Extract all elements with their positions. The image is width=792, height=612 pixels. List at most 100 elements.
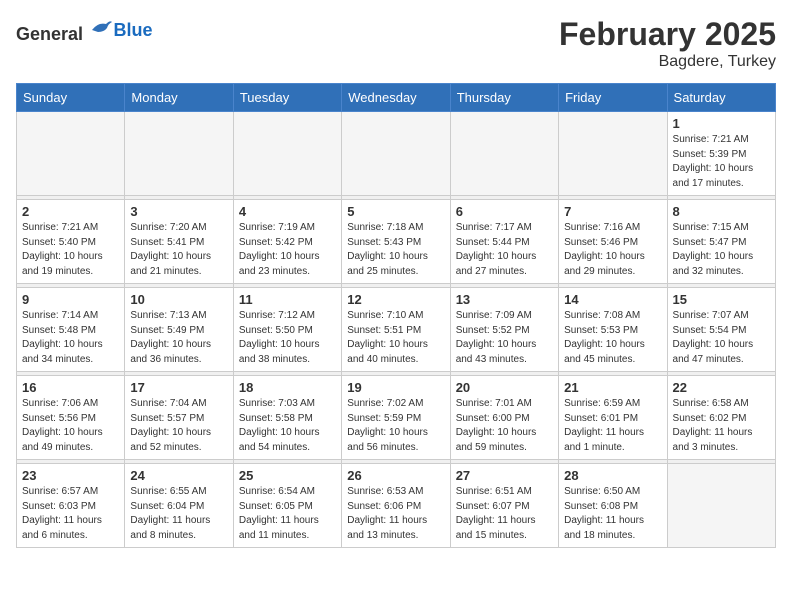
day-number: 27 <box>456 468 553 483</box>
day-number: 10 <box>130 292 227 307</box>
calendar-cell: 22 Sunrise: 6:58 AM Sunset: 6:02 PM Dayli… <box>667 376 775 460</box>
calendar-cell: 6 Sunrise: 7:17 AM Sunset: 5:44 PM Daylig… <box>450 200 558 284</box>
day-info: Sunrise: 6:57 AM Sunset: 6:03 PM Dayligh… <box>22 485 119 543</box>
day-number: 17 <box>130 380 227 395</box>
page-header: General Blue February 2025 Bagdere, Turk… <box>16 16 776 71</box>
calendar-cell: 19 Sunrise: 7:02 AM Sunset: 5:59 PM Dayli… <box>342 376 450 460</box>
calendar-cell: 28Sunrise: 6:50 AM Sunset: 6:08 PM Dayli… <box>559 464 667 548</box>
logo-general: General <box>16 16 114 45</box>
day-number: 14 <box>564 292 661 307</box>
calendar-cell: 24 Sunrise: 6:55 AM Sunset: 6:04 PM Dayli… <box>125 464 233 548</box>
weekday-header-wednesday: Wednesday <box>342 84 450 112</box>
day-number: 24 <box>130 468 227 483</box>
day-number: 22 <box>673 380 770 395</box>
day-number: 6 <box>456 204 553 219</box>
logo: General Blue <box>16 16 153 45</box>
calendar-cell: 21 Sunrise: 6:59 AM Sunset: 6:01 PM Dayli… <box>559 376 667 460</box>
calendar-cell: 4 Sunrise: 7:19 AM Sunset: 5:42 PM Daylig… <box>233 200 341 284</box>
calendar-cell: 11 Sunrise: 7:12 AM Sunset: 5:50 PM Dayli… <box>233 288 341 372</box>
calendar-cell: 15 Sunrise: 7:07 AM Sunset: 5:54 PM Dayli… <box>667 288 775 372</box>
weekday-header-thursday: Thursday <box>450 84 558 112</box>
calendar-cell <box>125 112 233 196</box>
day-number: 19 <box>347 380 444 395</box>
calendar-cell <box>559 112 667 196</box>
day-info: Sunrise: 6:53 AM Sunset: 6:06 PM Dayligh… <box>347 485 444 543</box>
day-number: 26 <box>347 468 444 483</box>
calendar-cell: 26 Sunrise: 6:53 AM Sunset: 6:06 PM Dayli… <box>342 464 450 548</box>
day-number: 8 <box>673 204 770 219</box>
calendar-cell <box>342 112 450 196</box>
calendar-cell: 14 Sunrise: 7:08 AM Sunset: 5:53 PM Dayli… <box>559 288 667 372</box>
calendar-cell: 13Sunrise: 7:09 AM Sunset: 5:52 PM Dayli… <box>450 288 558 372</box>
day-number: 28 <box>564 468 661 483</box>
day-number: 2 <box>22 204 119 219</box>
day-number: 5 <box>347 204 444 219</box>
day-number: 23 <box>22 468 119 483</box>
day-info: Sunrise: 7:16 AM Sunset: 5:46 PM Dayligh… <box>564 221 661 279</box>
day-info: Sunrise: 6:51 AM Sunset: 6:07 PM Dayligh… <box>456 485 553 543</box>
day-number: 21 <box>564 380 661 395</box>
calendar-cell <box>17 112 125 196</box>
day-info: Sunrise: 7:14 AM Sunset: 5:48 PM Dayligh… <box>22 309 119 367</box>
day-info: Sunrise: 6:58 AM Sunset: 6:02 PM Dayligh… <box>673 397 770 455</box>
day-info: Sunrise: 7:19 AM Sunset: 5:42 PM Dayligh… <box>239 221 336 279</box>
day-info: Sunrise: 7:15 AM Sunset: 5:47 PM Dayligh… <box>673 221 770 279</box>
day-number: 9 <box>22 292 119 307</box>
day-info: Sunrise: 7:21 AM Sunset: 5:39 PM Dayligh… <box>673 133 770 191</box>
calendar-cell: 8 Sunrise: 7:15 AM Sunset: 5:47 PM Daylig… <box>667 200 775 284</box>
calendar-cell: 20 Sunrise: 7:01 AM Sunset: 6:00 PM Dayli… <box>450 376 558 460</box>
day-info: Sunrise: 6:55 AM Sunset: 6:04 PM Dayligh… <box>130 485 227 543</box>
day-info: Sunrise: 7:10 AM Sunset: 5:51 PM Dayligh… <box>347 309 444 367</box>
day-info: Sunrise: 7:06 AM Sunset: 5:56 PM Dayligh… <box>22 397 119 455</box>
calendar-cell: 18 Sunrise: 7:03 AM Sunset: 5:58 PM Dayli… <box>233 376 341 460</box>
calendar-week-row-4: 16 Sunrise: 7:06 AM Sunset: 5:56 PM Dayli… <box>17 376 776 460</box>
calendar-cell: 7Sunrise: 7:16 AM Sunset: 5:46 PM Daylig… <box>559 200 667 284</box>
location-title: Bagdere, Turkey <box>559 53 776 71</box>
day-info: Sunrise: 7:01 AM Sunset: 6:00 PM Dayligh… <box>456 397 553 455</box>
day-info: Sunrise: 7:03 AM Sunset: 5:58 PM Dayligh… <box>239 397 336 455</box>
calendar-cell: 9 Sunrise: 7:14 AM Sunset: 5:48 PM Daylig… <box>17 288 125 372</box>
day-info: Sunrise: 7:09 AM Sunset: 5:52 PM Dayligh… <box>456 309 553 367</box>
day-number: 4 <box>239 204 336 219</box>
calendar-week-row-3: 9 Sunrise: 7:14 AM Sunset: 5:48 PM Daylig… <box>17 288 776 372</box>
calendar-cell: 12 Sunrise: 7:10 AM Sunset: 5:51 PM Dayli… <box>342 288 450 372</box>
calendar-cell <box>667 464 775 548</box>
day-number: 25 <box>239 468 336 483</box>
day-number: 18 <box>239 380 336 395</box>
day-number: 16 <box>22 380 119 395</box>
calendar-cell: 25 Sunrise: 6:54 AM Sunset: 6:05 PM Dayli… <box>233 464 341 548</box>
day-number: 20 <box>456 380 553 395</box>
day-info: Sunrise: 7:08 AM Sunset: 5:53 PM Dayligh… <box>564 309 661 367</box>
calendar-cell: 16 Sunrise: 7:06 AM Sunset: 5:56 PM Dayli… <box>17 376 125 460</box>
calendar-week-row-5: 23 Sunrise: 6:57 AM Sunset: 6:03 PM Dayli… <box>17 464 776 548</box>
calendar-cell: 17 Sunrise: 7:04 AM Sunset: 5:57 PM Dayli… <box>125 376 233 460</box>
day-info: Sunrise: 7:12 AM Sunset: 5:50 PM Dayligh… <box>239 309 336 367</box>
calendar-cell <box>450 112 558 196</box>
calendar-cell: 3Sunrise: 7:20 AM Sunset: 5:41 PM Daylig… <box>125 200 233 284</box>
day-info: Sunrise: 7:13 AM Sunset: 5:49 PM Dayligh… <box>130 309 227 367</box>
weekday-header-friday: Friday <box>559 84 667 112</box>
day-info: Sunrise: 7:02 AM Sunset: 5:59 PM Dayligh… <box>347 397 444 455</box>
calendar-cell <box>233 112 341 196</box>
day-number: 12 <box>347 292 444 307</box>
day-number: 15 <box>673 292 770 307</box>
calendar-week-row-2: 2Sunrise: 7:21 AM Sunset: 5:40 PM Daylig… <box>17 200 776 284</box>
calendar-cell: 10 Sunrise: 7:13 AM Sunset: 5:49 PM Dayli… <box>125 288 233 372</box>
logo-blue: Blue <box>114 20 153 41</box>
weekday-header-saturday: Saturday <box>667 84 775 112</box>
weekday-header-sunday: Sunday <box>17 84 125 112</box>
day-info: Sunrise: 7:17 AM Sunset: 5:44 PM Dayligh… <box>456 221 553 279</box>
day-number: 3 <box>130 204 227 219</box>
day-info: Sunrise: 6:59 AM Sunset: 6:01 PM Dayligh… <box>564 397 661 455</box>
weekday-header-tuesday: Tuesday <box>233 84 341 112</box>
calendar-cell: 27 Sunrise: 6:51 AM Sunset: 6:07 PM Dayli… <box>450 464 558 548</box>
month-title: February 2025 <box>559 16 776 53</box>
calendar-cell: 2Sunrise: 7:21 AM Sunset: 5:40 PM Daylig… <box>17 200 125 284</box>
day-number: 11 <box>239 292 336 307</box>
title-block: February 2025 Bagdere, Turkey <box>559 16 776 71</box>
calendar-header-row: SundayMondayTuesdayWednesdayThursdayFrid… <box>17 84 776 112</box>
day-info: Sunrise: 7:07 AM Sunset: 5:54 PM Dayligh… <box>673 309 770 367</box>
day-info: Sunrise: 7:04 AM Sunset: 5:57 PM Dayligh… <box>130 397 227 455</box>
calendar-cell: 23 Sunrise: 6:57 AM Sunset: 6:03 PM Dayli… <box>17 464 125 548</box>
day-info: Sunrise: 6:54 AM Sunset: 6:05 PM Dayligh… <box>239 485 336 543</box>
